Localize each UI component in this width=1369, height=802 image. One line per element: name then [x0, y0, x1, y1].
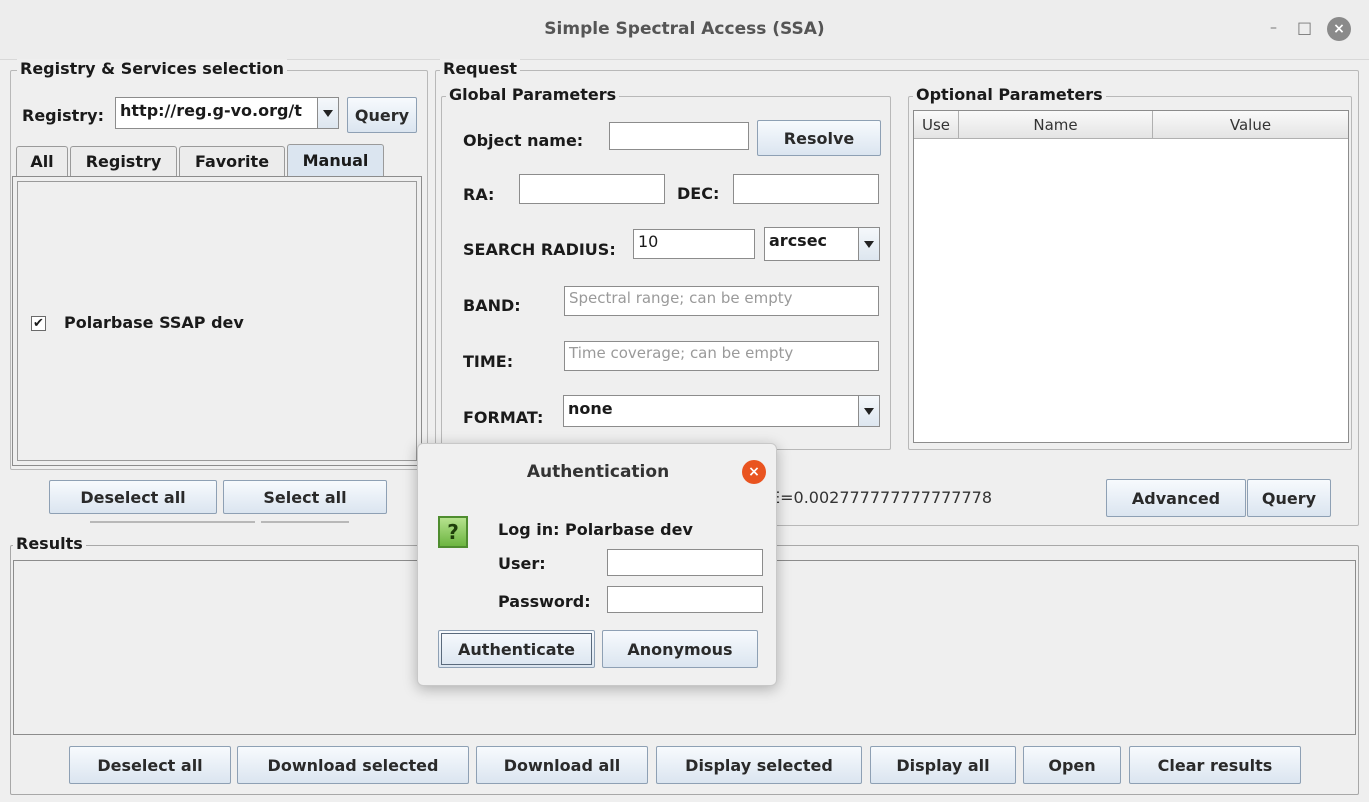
- service-label[interactable]: Polarbase SSAP dev: [64, 313, 244, 332]
- anonymous-button[interactable]: Anonymous: [602, 630, 758, 668]
- registry-query-button[interactable]: Query: [347, 97, 417, 133]
- question-icon: ?: [438, 516, 468, 548]
- ra-label: RA:: [463, 185, 495, 204]
- registry-combo[interactable]: http://reg.g-vo.org/t: [115, 97, 339, 129]
- format-value: none: [568, 399, 613, 418]
- splitter-divider-2[interactable]: [261, 521, 349, 523]
- time-label: TIME:: [463, 352, 514, 371]
- download-selected-button[interactable]: Download selected: [237, 746, 469, 784]
- chevron-down-icon[interactable]: [858, 228, 879, 260]
- global-parameters-legend: Global Parameters: [446, 85, 620, 104]
- dialog-close-icon[interactable]: ×: [742, 460, 766, 484]
- results-legend: Results: [13, 534, 86, 553]
- login-message: Log in: Polarbase dev: [498, 520, 693, 539]
- deselect-all-services-button[interactable]: Deselect all: [49, 480, 217, 514]
- dec-input[interactable]: [733, 174, 879, 204]
- select-all-services-button[interactable]: Select all: [223, 480, 387, 514]
- search-radius-input[interactable]: 10: [633, 229, 755, 259]
- radius-unit-combo[interactable]: arcsec: [764, 227, 880, 261]
- authentication-dialog: Authentication × ? Log in: Polarbase dev…: [417, 443, 777, 686]
- dialog-title: Authentication: [526, 462, 670, 482]
- window-titlebar: Simple Spectral Access (SSA) – □ ×: [0, 0, 1369, 60]
- column-header-use[interactable]: Use: [914, 111, 959, 139]
- password-label: Password:: [498, 592, 591, 611]
- maximize-icon[interactable]: □: [1297, 18, 1312, 37]
- user-input[interactable]: [607, 549, 763, 576]
- tab-manual[interactable]: Manual: [287, 144, 384, 176]
- column-header-name[interactable]: Name: [959, 111, 1153, 139]
- open-button[interactable]: Open: [1023, 746, 1121, 784]
- password-input[interactable]: [607, 586, 763, 613]
- column-header-value[interactable]: Value: [1153, 111, 1348, 139]
- chevron-down-icon[interactable]: [317, 98, 338, 128]
- tab-favorite[interactable]: Favorite: [179, 146, 285, 176]
- service-checkbox[interactable]: ✔: [31, 316, 46, 331]
- splitter-divider[interactable]: [90, 521, 255, 523]
- registry-combo-value: http://reg.g-vo.org/t: [120, 101, 302, 120]
- format-combo[interactable]: none: [563, 395, 880, 427]
- download-all-button[interactable]: Download all: [476, 746, 648, 784]
- optional-parameters-legend: Optional Parameters: [913, 85, 1106, 104]
- object-name-label: Object name:: [463, 131, 584, 150]
- window-title: Simple Spectral Access (SSA): [544, 19, 825, 39]
- registry-services-legend: Registry & Services selection: [17, 59, 288, 78]
- authenticate-button[interactable]: Authenticate: [438, 630, 595, 668]
- tab-registry[interactable]: Registry: [70, 146, 177, 176]
- ra-input[interactable]: [519, 174, 665, 204]
- user-label: User:: [498, 554, 546, 573]
- clear-results-button[interactable]: Clear results: [1129, 746, 1301, 784]
- display-all-button[interactable]: Display all: [870, 746, 1016, 784]
- chevron-down-icon[interactable]: [858, 396, 879, 426]
- tab-all[interactable]: All: [16, 146, 68, 176]
- advanced-button[interactable]: Advanced: [1106, 479, 1246, 517]
- time-input[interactable]: Time coverage; can be empty: [564, 341, 879, 371]
- object-name-input[interactable]: [609, 122, 749, 150]
- radius-unit-value: arcsec: [769, 231, 828, 250]
- search-radius-label: SEARCH RADIUS:: [463, 240, 616, 259]
- band-label: BAND:: [463, 296, 521, 315]
- format-label: FORMAT:: [463, 408, 544, 427]
- results-deselect-all-button[interactable]: Deselect all: [69, 746, 231, 784]
- display-selected-button[interactable]: Display selected: [656, 746, 862, 784]
- dec-label: DEC:: [677, 184, 720, 203]
- request-legend: Request: [440, 59, 521, 78]
- registry-label: Registry:: [22, 106, 104, 125]
- resolve-button[interactable]: Resolve: [757, 120, 881, 156]
- query-string-text: E=0.002777777777777778: [770, 488, 993, 507]
- optional-parameters-table[interactable]: Use Name Value: [913, 110, 1349, 443]
- request-query-button[interactable]: Query: [1247, 479, 1331, 517]
- window-close-icon[interactable]: ×: [1327, 17, 1351, 41]
- band-input[interactable]: Spectral range; can be empty: [564, 286, 879, 316]
- minimize-icon[interactable]: –: [1270, 20, 1277, 36]
